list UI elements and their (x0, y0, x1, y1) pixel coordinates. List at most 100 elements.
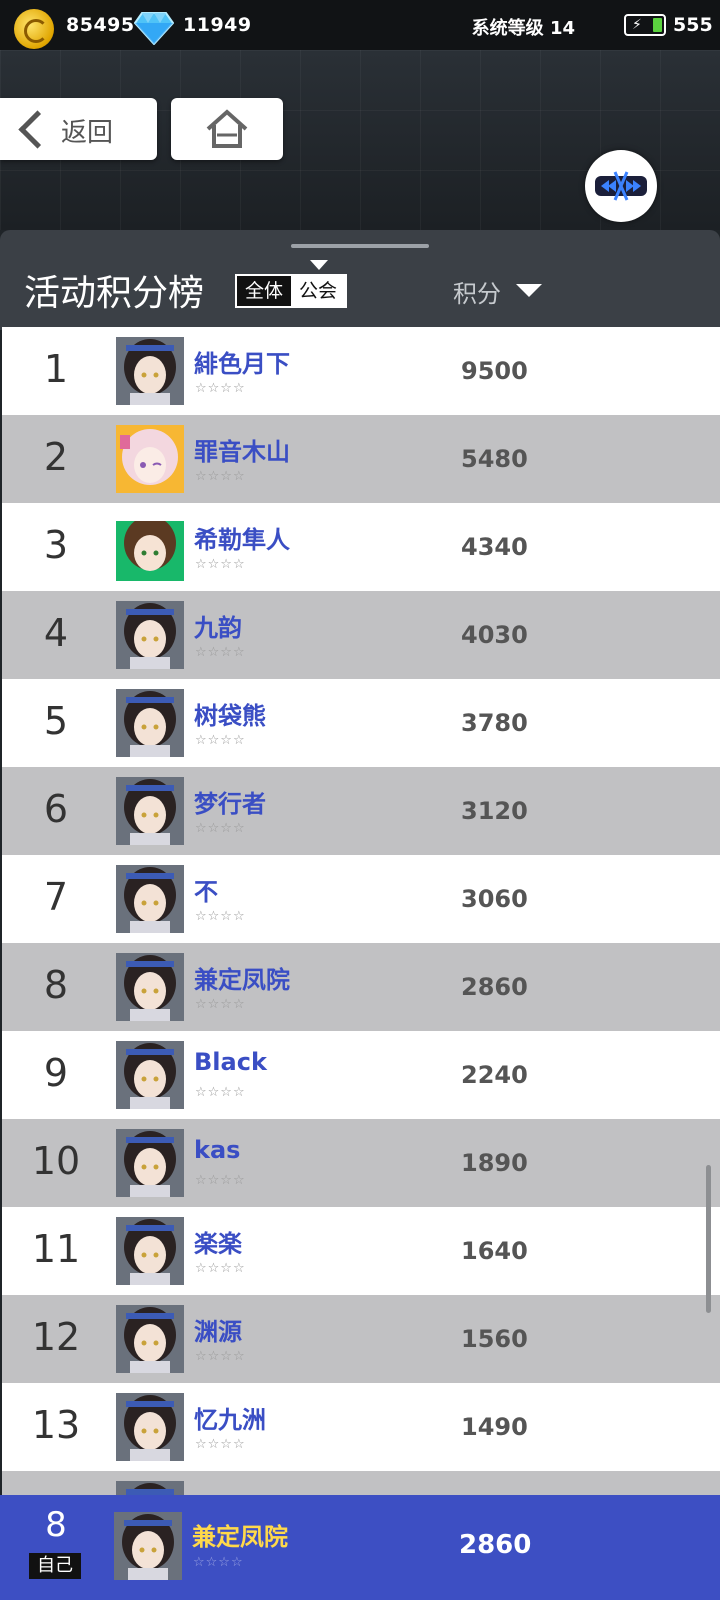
avatar[interactable] (116, 1305, 184, 1373)
scope-tabs: 全体 公会 (235, 274, 348, 308)
table-row[interactable] (2, 1471, 720, 1495)
avatar[interactable] (116, 337, 184, 405)
rank-number: 7 (43, 875, 69, 919)
player-name[interactable]: Black (194, 1048, 267, 1076)
rank-number: 9 (43, 1051, 69, 1095)
avatar[interactable] (116, 601, 184, 669)
star-rating: ☆☆☆☆ (195, 557, 246, 572)
rank-number: 8 (43, 963, 69, 1007)
player-score: 3060 (461, 885, 528, 913)
sort-down-icon[interactable] (516, 284, 542, 297)
table-row[interactable]: 12 渊源 ☆☆☆☆ 1560 (2, 1295, 720, 1383)
avatar[interactable] (116, 1481, 184, 1495)
table-row[interactable]: 11 楽楽 ☆☆☆☆ 1640 (2, 1207, 720, 1295)
player-name[interactable]: 九韵 (194, 608, 242, 643)
home-button[interactable] (171, 98, 283, 160)
score-column-header[interactable]: 积分 (453, 274, 501, 309)
player-score: 2860 (461, 973, 528, 1001)
table-row[interactable]: 13 忆九洲 ☆☆☆☆ 1490 (2, 1383, 720, 1471)
player-score: 5480 (461, 445, 528, 473)
player-name[interactable]: 不 (194, 872, 218, 907)
panel-drag-handle[interactable] (291, 244, 429, 248)
rank-number: 2 (43, 435, 69, 479)
rank-number: 6 (43, 787, 69, 831)
player-name[interactable]: 忆九洲 (194, 1400, 266, 1435)
scrollbar[interactable] (706, 1165, 711, 1313)
avatar[interactable] (116, 513, 184, 581)
player-name[interactable]: 梦行者 (194, 784, 266, 819)
table-row[interactable]: 8 兼定凤院 ☆☆☆☆ 2860 (2, 943, 720, 1031)
player-score: 1640 (461, 1237, 528, 1265)
ranking-list[interactable]: 1 緋色月下 ☆☆☆☆ 9500 2 罪音木山 ☆☆☆☆ 5480 3 希勒隼人 ☆☆☆☆ 4340 4… (2, 327, 720, 1495)
avatar[interactable] (116, 1393, 184, 1461)
rank-number: 3 (43, 523, 69, 567)
avatar[interactable] (116, 689, 184, 757)
star-rating: ☆☆☆☆ (195, 645, 246, 660)
caret-down-icon (310, 260, 328, 270)
system-level: 系统等级 14 (471, 18, 575, 39)
player-score: 3780 (461, 709, 528, 737)
player-name[interactable]: 罪音木山 (194, 432, 290, 467)
player-name[interactable]: 緋色月下 (194, 344, 290, 379)
star-rating: ☆☆☆☆ (195, 733, 246, 748)
self-stars: ☆☆☆☆ (193, 1555, 244, 1570)
self-ranking-row: 8 自己 兼定凤院 ☆☆☆☆ 2860 (0, 1495, 720, 1600)
star-rating: ☆☆☆☆ (195, 1349, 246, 1364)
avatar[interactable] (116, 865, 184, 933)
back-label: 返回 (61, 118, 114, 148)
star-rating: ☆☆☆☆ (195, 821, 246, 836)
rank-number: 13 (31, 1403, 81, 1447)
table-row[interactable]: 3 希勒隼人 ☆☆☆☆ 4340 (2, 503, 720, 591)
avatar[interactable] (116, 953, 184, 1021)
rank-number: 11 (31, 1227, 81, 1271)
rank-number: 4 (43, 611, 69, 655)
player-name[interactable]: 渊源 (194, 1312, 242, 1347)
coin-count: 85495 (66, 14, 135, 36)
status-bar: 85495 11949 系统等级 14 ⚡ 555 (0, 0, 720, 50)
avatar[interactable] (116, 1041, 184, 1109)
table-row[interactable]: 2 罪音木山 ☆☆☆☆ 5480 (2, 415, 720, 503)
home-icon (206, 109, 248, 148)
fast-forward-icon (595, 171, 647, 201)
star-rating: ☆☆☆☆ (195, 469, 246, 484)
tab-all[interactable]: 全体 (237, 276, 292, 306)
table-row[interactable]: 5 树袋熊 ☆☆☆☆ 3780 (2, 679, 720, 767)
star-rating: ☆☆☆☆ (195, 909, 246, 924)
player-name[interactable]: kas (194, 1136, 240, 1164)
player-score: 1560 (461, 1325, 528, 1353)
table-row[interactable]: 1 緋色月下 ☆☆☆☆ 9500 (2, 327, 720, 415)
player-score: 2240 (461, 1061, 528, 1089)
player-score: 3120 (461, 797, 528, 825)
avatar[interactable] (116, 777, 184, 845)
player-score: 4340 (461, 533, 528, 561)
page-title: 活动积分榜 (24, 273, 205, 314)
self-tag: 自己 (29, 1553, 81, 1579)
tab-guild[interactable]: 公会 (291, 276, 346, 306)
back-button[interactable]: 返回 (0, 98, 157, 160)
player-name[interactable]: 兼定凤院 (194, 960, 290, 995)
table-row[interactable]: 7 不 ☆☆☆☆ 3060 (2, 855, 720, 943)
avatar[interactable] (116, 1217, 184, 1285)
self-score: 2860 (459, 1530, 532, 1560)
fast-forward-button[interactable] (585, 150, 657, 222)
player-name[interactable]: 楽楽 (194, 1224, 242, 1259)
table-row[interactable]: 6 梦行者 ☆☆☆☆ 3120 (2, 767, 720, 855)
player-name[interactable]: 树袋熊 (194, 696, 266, 731)
player-score: 1890 (461, 1149, 528, 1177)
table-row[interactable]: 4 九韵 ☆☆☆☆ 4030 (2, 591, 720, 679)
table-row[interactable]: 9 Black ☆☆☆☆ 2240 (2, 1031, 720, 1119)
avatar[interactable] (114, 1512, 182, 1580)
self-name: 兼定凤院 (192, 1523, 288, 1551)
gem-count: 11949 (183, 14, 252, 36)
star-rating: ☆☆☆☆ (195, 381, 246, 396)
star-rating: ☆☆☆☆ (195, 1437, 246, 1452)
avatar[interactable] (116, 1129, 184, 1197)
avatar[interactable] (116, 425, 184, 493)
rank-number: 1 (43, 347, 69, 391)
star-rating: ☆☆☆☆ (195, 1261, 246, 1276)
table-row[interactable]: 10 kas ☆☆☆☆ 1890 (2, 1119, 720, 1207)
player-name[interactable]: 希勒隼人 (194, 520, 290, 555)
rank-number: 12 (31, 1315, 81, 1359)
star-rating: ☆☆☆☆ (195, 997, 246, 1012)
stamina-battery-icon: ⚡ (624, 14, 666, 36)
